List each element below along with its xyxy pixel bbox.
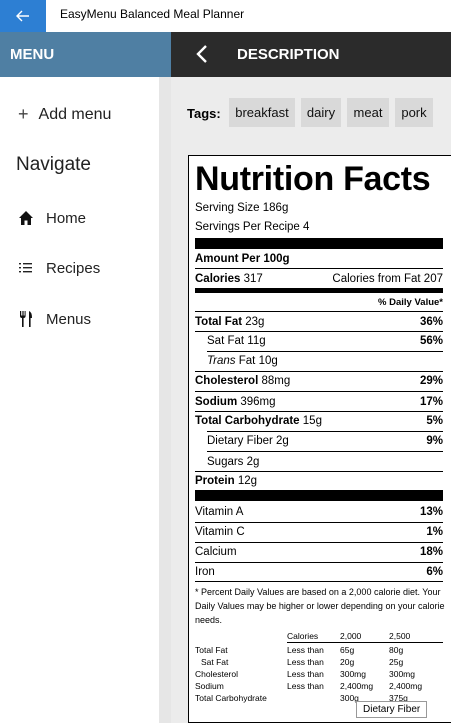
divider [195,411,443,412]
sidebar-item-home[interactable]: Home [18,206,86,230]
nutrient-row: Sugars 2g [207,456,260,468]
window-back-button[interactable] [0,0,46,32]
vitamin-row: Iron 6% [195,566,443,578]
home-icon [19,211,33,225]
title-bar: EasyMenu Balanced Meal Planner [0,0,451,32]
dv-table-col-qualifier: Less than Less than Less than Less than [287,645,324,691]
tag-pork[interactable]: pork [395,98,433,127]
description-header-label: DESCRIPTION [237,46,340,63]
sidebar-item-label: Home [46,209,87,227]
dv-table-col-nutrient: Total Fat Sat Fat Cholesterol Sodium Tot… [195,645,267,703]
divider [287,642,443,643]
sidebar-item-menus[interactable]: Menus [18,307,91,331]
dv-table-header: 2,000 [340,631,362,641]
list-icon [19,263,32,273]
divider [195,331,443,332]
thick-divider [195,238,443,249]
menu-header-label: MENU [10,46,55,63]
divider [207,451,443,452]
dv-table-header: 2,500 [389,631,411,641]
vitamin-row: Calcium 18% [195,546,443,558]
divider [195,471,443,472]
vitamin-row: Vitamin C 1% [195,526,443,538]
add-menu-label: Add menu [38,105,112,123]
nutrient-row: Protein 12g [195,475,258,487]
app-title: EasyMenu Balanced Meal Planner [60,7,245,21]
nutrient-row: Total Fat 23g 36% [195,316,443,328]
divider [195,391,443,392]
dv-table-col-2500: 80g 25g 300mg 2,400mg 375g [389,645,423,703]
description-header: DESCRIPTION [171,32,451,77]
tag-breakfast[interactable]: breakfast [229,98,295,127]
divider [195,562,443,563]
divider [195,522,443,523]
menu-header: MENU [0,32,171,77]
nutrient-row: Sodium 396mg 17% [195,396,443,408]
thick-divider [195,490,443,501]
divider [195,311,443,312]
nutrient-row: Dietary Fiber 2g 9% [207,435,443,447]
plus-icon: + [18,104,29,124]
nutrition-facts-label: Nutrition Facts Serving Size 186g Servin… [188,155,451,723]
sidebar-item-recipes[interactable]: Recipes [18,256,100,280]
servings-per-recipe: Servings Per Recipe 4 [195,221,310,233]
arrow-left-icon [16,10,29,22]
utensils-icon [20,311,32,327]
daily-value-header: % Daily Value* [378,297,443,308]
amount-per: Amount Per 100g [195,253,290,265]
nutrient-row: Cholesterol 88mg 29% [195,375,443,387]
tag-meat[interactable]: meat [347,98,389,127]
navigate-heading: Navigate [16,154,91,175]
medium-divider [195,288,443,293]
divider [195,542,443,543]
tooltip: Dietary Fiber [356,701,428,718]
dv-table-col-2000: 65g 20g 300mg 2,400mg 300g [340,645,374,703]
nutrient-row: Trans Fat 10g [207,355,278,367]
vitamin-row: Vitamin A 13% [195,506,443,518]
calories-row: Calories 317 Calories from Fat 207 [195,273,443,285]
divider [195,268,443,269]
tags-label: Tags: [187,106,221,121]
nutrient-row: Sat Fat 11g 56% [207,335,443,347]
tag-dairy[interactable]: dairy [301,98,341,127]
daily-value-footnote: * Percent Daily Values are based on a 2,… [195,587,445,625]
chevron-left-icon[interactable] [195,44,209,64]
sidebar-divider [159,77,171,723]
nutrition-title: Nutrition Facts [195,160,431,198]
sidebar-item-label: Recipes [46,259,101,277]
divider [195,581,443,582]
divider [207,351,443,352]
divider [207,431,443,432]
dv-table-header: Calories [287,631,319,641]
add-menu-button[interactable]: + Add menu [18,104,111,125]
nutrient-row: Total Carbohydrate 15g 5% [195,415,443,427]
divider [195,371,443,372]
serving-size: Serving Size 186g [195,202,289,214]
sidebar-item-label: Menus [46,310,92,328]
